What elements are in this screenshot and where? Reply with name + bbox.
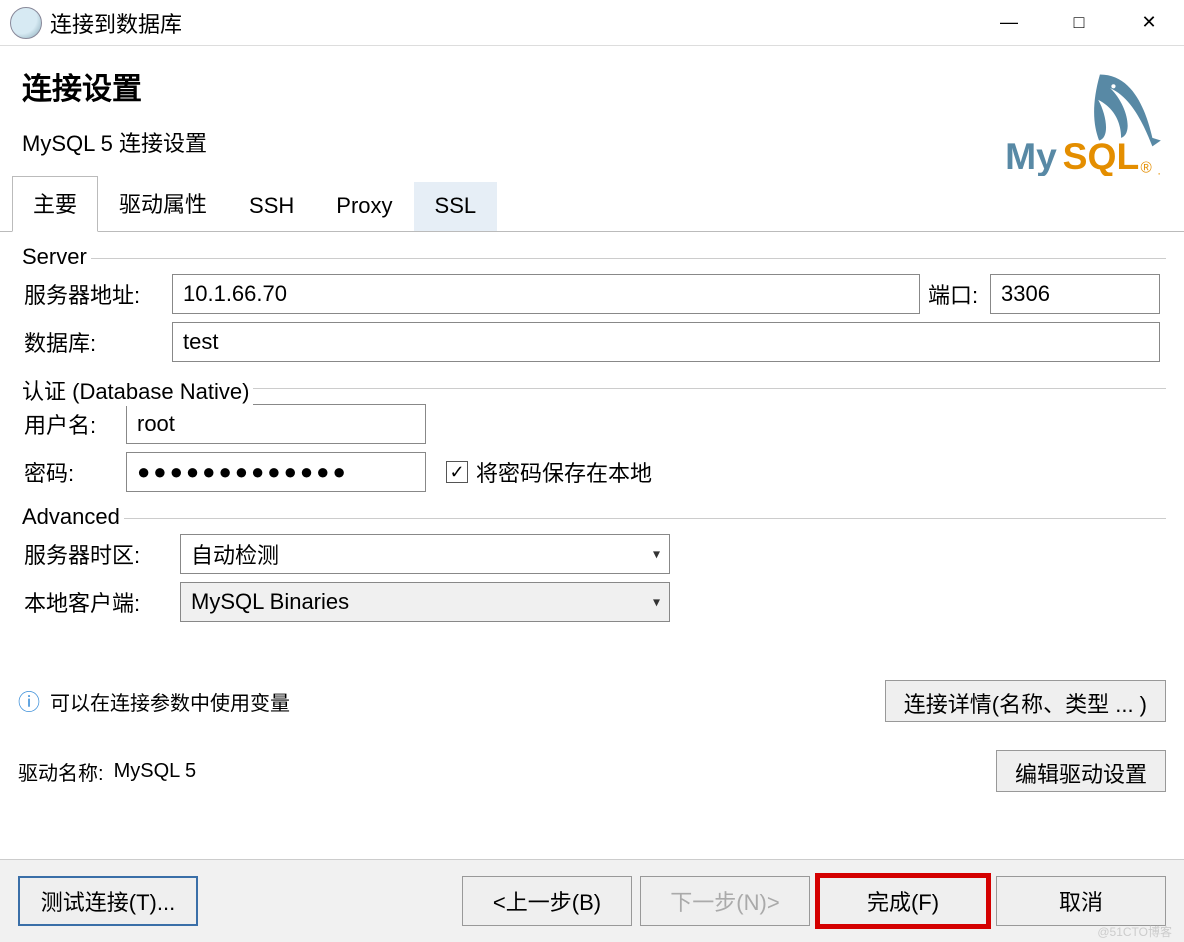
save-password-checkbox[interactable]: ✓ 将密码保存在本地 bbox=[446, 456, 652, 488]
local-client-select[interactable] bbox=[180, 582, 670, 622]
minimize-button[interactable]: — bbox=[974, 0, 1044, 46]
titlebar: 连接到数据库 — □ ✕ bbox=[0, 0, 1184, 46]
svg-text:®: ® bbox=[1141, 160, 1152, 176]
mysql-logo: My SQL ® . bbox=[998, 66, 1168, 176]
page-title: 连接设置 bbox=[22, 64, 1162, 108]
cancel-button[interactable]: 取消 bbox=[996, 876, 1166, 926]
tab-main[interactable]: 主要 bbox=[12, 176, 98, 232]
window-title: 连接到数据库 bbox=[50, 7, 182, 39]
advanced-group: Advanced 服务器时区: ▾ 本地客户端: ▾ bbox=[18, 508, 1166, 632]
username-label: 用户名: bbox=[24, 408, 118, 440]
port-label: 端口: bbox=[928, 278, 982, 310]
tab-ssl[interactable]: SSL bbox=[414, 182, 498, 231]
svg-text:SQL: SQL bbox=[1063, 135, 1140, 176]
driver-label: 驱动名称: bbox=[18, 757, 104, 786]
tabs: 主要 驱动属性 SSH Proxy SSL bbox=[0, 176, 1184, 232]
host-input[interactable] bbox=[172, 274, 920, 314]
app-icon bbox=[10, 7, 42, 39]
checkbox-icon: ✓ bbox=[446, 461, 468, 483]
info-row: ⓘ 可以在连接参数中使用变量 连接详情(名称、类型 ... ) bbox=[18, 680, 1166, 722]
page-subtitle: MySQL 5 连接设置 bbox=[22, 126, 1162, 158]
svg-text:My: My bbox=[1005, 135, 1057, 176]
test-connection-button[interactable]: 测试连接(T)... bbox=[18, 876, 198, 926]
password-label: 密码: bbox=[24, 456, 118, 488]
connection-details-button[interactable]: 连接详情(名称、类型 ... ) bbox=[885, 680, 1166, 722]
tab-driver-props[interactable]: 驱动属性 bbox=[98, 176, 228, 231]
database-input[interactable] bbox=[172, 322, 1160, 362]
svg-text:.: . bbox=[1157, 163, 1160, 176]
info-icon: ⓘ bbox=[18, 685, 40, 717]
server-group: Server 服务器地址: 端口: 数据库: bbox=[18, 248, 1166, 372]
server-group-title: Server bbox=[18, 244, 91, 270]
auth-group-title: 认证 (Database Native) bbox=[18, 374, 253, 406]
save-password-label: 将密码保存在本地 bbox=[476, 456, 652, 488]
next-button[interactable]: 下一步(N)> bbox=[640, 876, 810, 926]
close-button[interactable]: ✕ bbox=[1114, 0, 1184, 46]
variable-hint: 可以在连接参数中使用变量 bbox=[50, 687, 290, 716]
host-label: 服务器地址: bbox=[24, 278, 164, 310]
password-input[interactable] bbox=[126, 452, 426, 492]
back-button[interactable]: <上一步(B) bbox=[462, 876, 632, 926]
database-label: 数据库: bbox=[24, 326, 164, 358]
watermark: @51CTO博客 bbox=[1097, 923, 1172, 940]
tab-ssh[interactable]: SSH bbox=[228, 182, 315, 231]
auth-group: 认证 (Database Native) 用户名: 密码: ✓ 将密码保存在本地 bbox=[18, 378, 1166, 502]
local-client-label: 本地客户端: bbox=[24, 586, 172, 618]
maximize-button[interactable]: □ bbox=[1044, 0, 1114, 46]
driver-value: MySQL 5 bbox=[114, 760, 197, 783]
edit-driver-button[interactable]: 编辑驱动设置 bbox=[996, 750, 1166, 792]
timezone-label: 服务器时区: bbox=[24, 538, 172, 570]
advanced-group-title: Advanced bbox=[18, 504, 124, 530]
username-input[interactable] bbox=[126, 404, 426, 444]
port-input[interactable] bbox=[990, 274, 1160, 314]
tab-proxy[interactable]: Proxy bbox=[315, 182, 413, 231]
header: 连接设置 MySQL 5 连接设置 My SQL ® . bbox=[0, 46, 1184, 168]
finish-button[interactable]: 完成(F) bbox=[818, 876, 988, 926]
bottom-bar: 测试连接(T)... <上一步(B) 下一步(N)> 完成(F) 取消 bbox=[0, 859, 1184, 942]
main-panel: Server 服务器地址: 端口: 数据库: 认证 (Database Nati… bbox=[0, 232, 1184, 802]
timezone-select[interactable] bbox=[180, 534, 670, 574]
driver-row: 驱动名称: MySQL 5 编辑驱动设置 bbox=[18, 750, 1166, 792]
